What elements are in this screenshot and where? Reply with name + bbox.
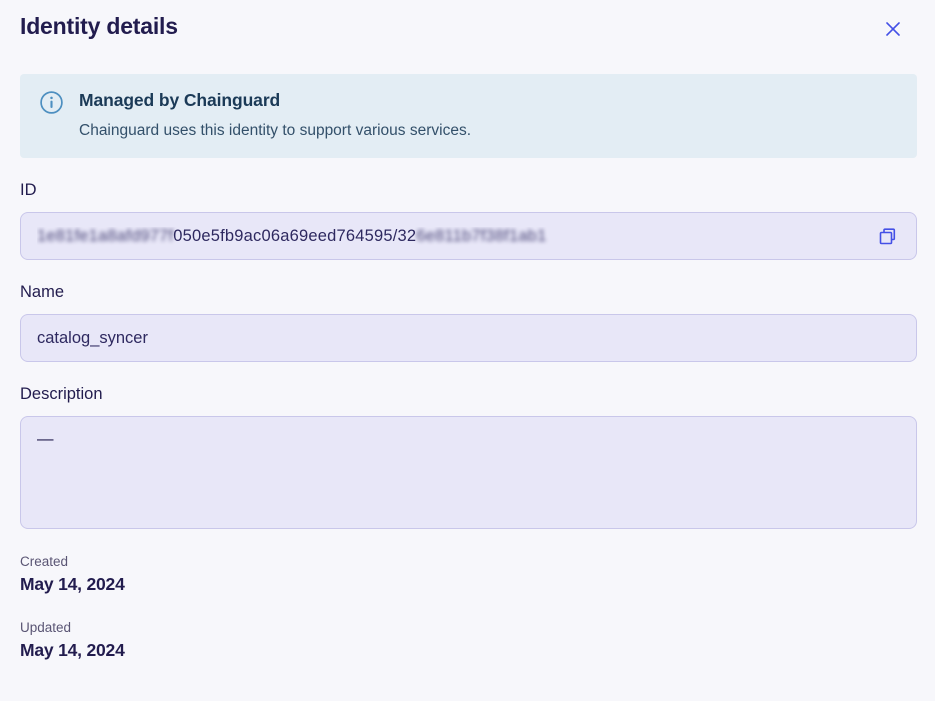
panel-header: Identity details xyxy=(0,0,935,43)
close-icon xyxy=(883,19,903,39)
name-input[interactable] xyxy=(37,329,904,348)
id-value-obscured-left: 1e81fe1a8afd977f xyxy=(37,227,173,245)
id-field[interactable]: 1e81fe1a8afd977f050e5fb9ac06a69eed764595… xyxy=(20,212,917,260)
updated-label: Updated xyxy=(20,620,915,635)
name-field-label: Name xyxy=(20,283,915,302)
id-value-obscured-right: 6e811b7f38f1ab1 xyxy=(416,227,546,245)
banner-description: Chainguard uses this identity to support… xyxy=(79,122,471,140)
name-field xyxy=(20,314,917,362)
copy-icon xyxy=(877,226,898,247)
info-icon xyxy=(40,91,63,140)
identity-details-panel: Identity details Managed by Chainguard C… xyxy=(0,0,935,701)
id-field-label: ID xyxy=(20,181,915,200)
id-value-visible: 050e5fb9ac06a69eed764595/32 xyxy=(173,227,416,245)
description-textarea[interactable]: — xyxy=(20,416,917,529)
banner-text-block: Managed by Chainguard Chainguard uses th… xyxy=(79,90,471,140)
id-value: 1e81fe1a8afd977f050e5fb9ac06a69eed764595… xyxy=(37,227,871,246)
close-button[interactable] xyxy=(879,15,907,43)
description-field-label: Description xyxy=(20,385,915,404)
updated-value: May 14, 2024 xyxy=(20,640,915,661)
banner-title: Managed by Chainguard xyxy=(79,90,471,111)
created-label: Created xyxy=(20,554,915,569)
copy-id-button[interactable] xyxy=(871,220,904,253)
managed-by-banner: Managed by Chainguard Chainguard uses th… xyxy=(20,74,917,158)
created-value: May 14, 2024 xyxy=(20,574,915,595)
page-title: Identity details xyxy=(20,13,178,40)
